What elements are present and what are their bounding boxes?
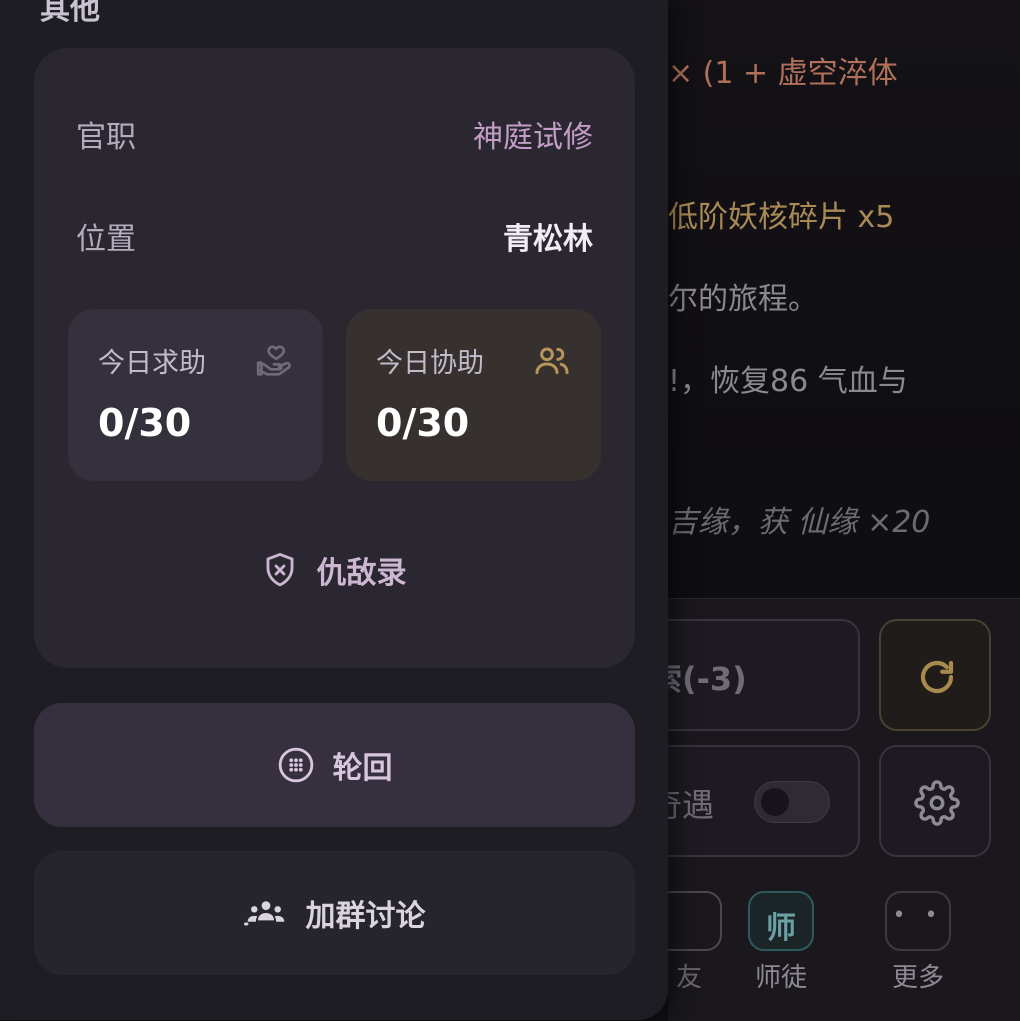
log-line: × (1 + 虚空淬体 bbox=[668, 56, 898, 91]
join-group-label: 加群讨论 bbox=[305, 899, 426, 934]
enemy-list-button[interactable]: 仇敌录 bbox=[34, 548, 635, 594]
info-card: 官职 神庭试修 位置 青松林 今日求助 0/30 今日协助 0/30 仇敌录 bbox=[34, 48, 635, 668]
office-key: 官职 bbox=[76, 120, 136, 155]
office-row: 官职 神庭试修 bbox=[76, 112, 593, 155]
more-glyph: • • bbox=[892, 903, 944, 928]
log-line: 尔的旅程。 bbox=[668, 282, 818, 317]
reincarnate-button[interactable]: 轮回 bbox=[34, 703, 635, 827]
users-icon bbox=[535, 347, 569, 375]
drawer-section-heading: 其他 bbox=[40, 0, 100, 27]
master-icon: 师 bbox=[748, 891, 814, 951]
location-row: 位置 青松林 bbox=[76, 214, 593, 257]
nav-item-more[interactable]: • • 更多 bbox=[873, 891, 963, 994]
encounter-toggle[interactable] bbox=[754, 781, 830, 823]
daily-assist-stat[interactable]: 今日协助 0/30 bbox=[346, 309, 601, 481]
encounter-toggle-row[interactable]: 奇遇 bbox=[648, 745, 860, 857]
settings-button[interactable] bbox=[879, 745, 991, 857]
log-line: 吉缘，获 仙缘 ×20 bbox=[668, 505, 931, 540]
group-icon bbox=[243, 901, 284, 926]
nav-label: 师徒 bbox=[754, 963, 807, 993]
daily-help-label: 今日求助 bbox=[98, 348, 206, 379]
more-icon: • • bbox=[885, 891, 951, 951]
location-value: 青松林 bbox=[503, 222, 593, 257]
enemy-list-label: 仇敌录 bbox=[316, 556, 407, 591]
master-glyph: 师 bbox=[766, 911, 796, 946]
daily-assist-value: 0/30 bbox=[376, 401, 470, 445]
toggle-knob bbox=[761, 788, 789, 816]
shield-x-icon bbox=[266, 553, 293, 587]
daily-help-stat[interactable]: 今日求助 0/30 bbox=[68, 309, 323, 481]
log-line: !，恢复86 气血与 bbox=[668, 364, 908, 399]
hand-heart-icon bbox=[256, 345, 291, 376]
gear-icon bbox=[914, 780, 960, 826]
nav-label: 更多 bbox=[891, 963, 944, 993]
refresh-icon bbox=[920, 660, 954, 694]
action-panel: 索(-3) 奇遇 友 师 师徒 • • 更多 bbox=[648, 598, 1020, 1021]
adventure-log: × (1 + 虚空淬体 低阶妖核碎片 x5 尔的旅程。 !，恢复86 气血与 吉… bbox=[668, 0, 1020, 598]
refresh-button[interactable] bbox=[879, 619, 991, 731]
explore-button[interactable]: 索(-3) bbox=[648, 619, 860, 731]
join-group-button[interactable]: 加群讨论 bbox=[34, 851, 635, 975]
office-value: 神庭试修 bbox=[473, 120, 593, 155]
nav-item-master[interactable]: 师 师徒 bbox=[736, 891, 826, 994]
dots-circle-icon bbox=[278, 747, 313, 783]
location-key: 位置 bbox=[76, 222, 136, 257]
daily-assist-label: 今日协助 bbox=[376, 348, 484, 379]
side-drawer: 其他 官职 神庭试修 位置 青松林 今日求助 0/30 今日协助 0/30 仇敌… bbox=[0, 0, 668, 1020]
reincarnate-label: 轮回 bbox=[332, 751, 393, 786]
log-line: 低阶妖核碎片 x5 bbox=[668, 200, 895, 235]
daily-help-value: 0/30 bbox=[98, 401, 192, 445]
